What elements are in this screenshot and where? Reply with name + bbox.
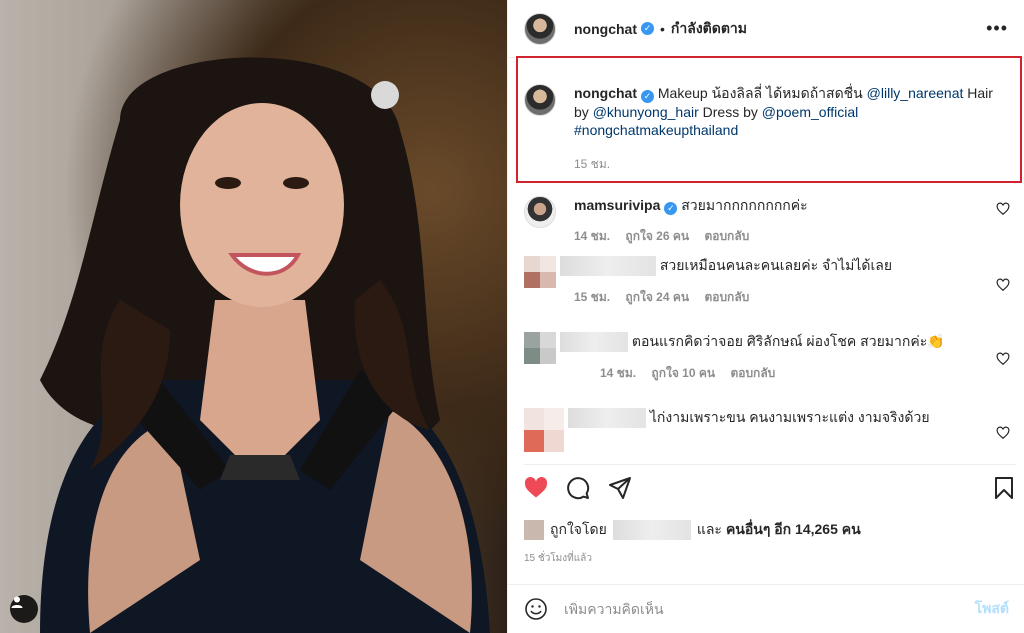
portrait-illustration — [40, 57, 490, 633]
avatar[interactable] — [524, 84, 556, 116]
avatar[interactable] — [524, 12, 556, 45]
heart-outline-icon[interactable] — [996, 426, 1010, 440]
mention-link[interactable]: @poem_official — [762, 104, 858, 120]
comment-meta: 15 ชม. ถูกใจ 24 คน ตอบกลับ — [574, 288, 960, 306]
mention-link[interactable]: @lilly_nareenat — [867, 85, 964, 101]
caption-username[interactable]: nongchat — [574, 85, 637, 101]
caption-text-part: Dress by — [702, 103, 758, 120]
emoji-icon[interactable] — [524, 597, 548, 621]
more-options-icon[interactable]: ••• — [986, 18, 1008, 39]
caption-text-part: Makeup น้องลิลลี่ ได้หมดถ้าสดชื่น — [657, 85, 863, 101]
comment-text: สวยเหมือนคนละคนเลยค่ะ จำไม่ได้เลย — [659, 257, 893, 273]
comment-meta: 14 ชม. ถูกใจ 10 คน ตอบกลับ — [600, 364, 960, 382]
comment-text: ตอนแรกคิดว่าจอย ศิริลักษณ์ ผ่องโชค สวยมา… — [631, 333, 945, 349]
separator-dot: • — [660, 20, 665, 37]
caption-time[interactable]: 15 ชม. — [574, 155, 1004, 173]
avatar[interactable] — [524, 256, 556, 288]
share-icon[interactable] — [608, 476, 632, 500]
comment-meta: 14 ชม. ถูกใจ 26 คน ตอบกลับ — [574, 227, 974, 245]
post-timestamp[interactable]: 15 ชั่วโมงที่แล้ว — [524, 551, 592, 566]
post-comment-button[interactable]: โพสต์ — [975, 598, 1009, 620]
post-photo[interactable] — [0, 0, 507, 633]
comment-body: mamsurivipa ✓ สวยมากกกกกกกกค่ะ 14 ชม. ถูก… — [574, 196, 974, 245]
blurred-username — [560, 256, 656, 277]
reply-button[interactable]: ตอบกลับ — [704, 229, 749, 243]
post-header: nongchat ✓ • กำลังติดตาม ••• — [508, 0, 1024, 58]
heart-outline-icon[interactable] — [996, 278, 1010, 292]
blurred-username — [560, 332, 628, 353]
comment-input[interactable] — [564, 601, 975, 617]
comment-likes[interactable]: ถูกใจ 26 คน — [625, 229, 689, 243]
post-caption: nongchat ✓ Makeup น้องลิลลี่ ได้หมดถ้าสดช… — [524, 84, 1014, 173]
others-count-link[interactable]: คนอื่นๆ อีก 14,265 คน — [726, 519, 861, 541]
user-tag-button[interactable] — [10, 595, 38, 623]
reply-button[interactable]: ตอบกลับ — [704, 290, 749, 304]
mention-link[interactable]: @khunyong_hair — [593, 104, 699, 120]
hashtag-link[interactable]: #nongchatmakeupthailand — [574, 122, 738, 138]
comment-item: สวยเหมือนคนละคนเลยค่ะ จำไม่ได้เลย 15 ชม.… — [524, 256, 1014, 306]
comment-item: mamsurivipa ✓ สวยมากกกกกกกกค่ะ 14 ชม. ถูก… — [524, 196, 1014, 245]
comment-body: ตอนแรกคิดว่าจอย ศิริลักษณ์ ผ่องโชค สวยมา… — [560, 332, 960, 382]
blurred-liker-name[interactable] — [612, 520, 691, 540]
avatar[interactable] — [524, 332, 556, 364]
post-modal: nongchat ✓ • กำลังติดตาม ••• nongchat ✓ M… — [0, 0, 1024, 633]
heart-filled-icon[interactable] — [524, 476, 548, 500]
liked-by-label: ถูกใจโดย — [550, 521, 607, 537]
blurred-username — [568, 408, 646, 429]
verified-badge-icon: ✓ — [664, 201, 678, 215]
user-icon — [11, 596, 23, 608]
comment-body: ไก่งามเพราะขน คนงามเพราะแต่ง งามจริงด้วย — [568, 408, 968, 462]
reply-button[interactable]: ตอบกลับ — [730, 366, 775, 380]
comment-item: ตอนแรกคิดว่าจอย ศิริลักษณ์ ผ่องโชค สวยมา… — [524, 332, 1014, 382]
heart-outline-icon[interactable] — [996, 352, 1010, 366]
comment-username[interactable]: mamsurivipa — [574, 197, 660, 213]
avatar[interactable] — [524, 196, 556, 228]
comment-likes[interactable]: ถูกใจ 10 คน — [651, 366, 715, 380]
verified-badge-icon: ✓ — [641, 22, 654, 35]
comment-icon[interactable] — [566, 476, 590, 500]
avatar[interactable] — [524, 408, 564, 452]
comment-item: ไก่งามเพราะขน คนงามเพราะแต่ง งามจริงด้วย — [524, 408, 1014, 462]
comment-time[interactable]: 14 ชม. — [574, 229, 610, 243]
caption-text: nongchat ✓ Makeup น้องลิลลี่ ได้หมดถ้าสดช… — [574, 84, 1004, 173]
comment-time[interactable]: 15 ชม. — [574, 290, 610, 304]
post-actions — [524, 464, 1016, 510]
likes-summary: ถูกใจโดย และ คนอื่นๆ อีก 14,265 คน — [524, 519, 861, 541]
liker-avatar[interactable] — [524, 520, 544, 540]
comment-text: ไก่งามเพราะขน คนงามเพราะแต่ง งามจริงด้วย — [649, 409, 930, 425]
header-username[interactable]: nongchat — [574, 21, 637, 37]
add-comment-bar: โพสต์ — [508, 584, 1024, 633]
comment-body: สวยเหมือนคนละคนเลยค่ะ จำไม่ได้เลย 15 ชม.… — [560, 256, 960, 306]
following-button[interactable]: กำลังติดตาม — [671, 18, 747, 40]
heart-outline-icon[interactable] — [996, 202, 1010, 216]
and-label: และ — [696, 521, 722, 537]
comment-text: สวยมากกกกกกกกค่ะ — [681, 197, 808, 213]
bookmark-icon[interactable] — [992, 476, 1016, 500]
comment-likes[interactable]: ถูกใจ 24 คน — [625, 290, 689, 304]
verified-badge-icon: ✓ — [641, 89, 654, 103]
comment-time[interactable]: 14 ชม. — [600, 366, 636, 380]
post-side-panel: nongchat ✓ • กำลังติดตาม ••• nongchat ✓ M… — [507, 0, 1024, 633]
